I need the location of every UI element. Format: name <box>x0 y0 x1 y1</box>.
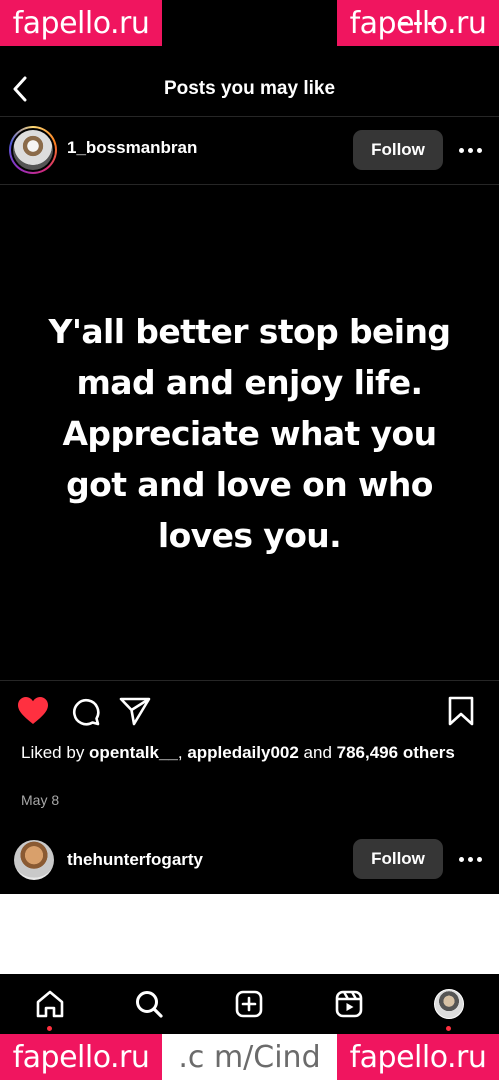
post-header: 1_bossmanbran Follow <box>0 120 499 182</box>
post-date: May 8 <box>21 792 60 808</box>
watermark-bottom-right: fapello.ru <box>337 1034 499 1080</box>
nav-search[interactable] <box>133 988 165 1020</box>
liked-by-user-link[interactable]: opentalk__ <box>89 743 178 762</box>
comment-icon <box>72 698 100 726</box>
post-header-divider <box>0 184 499 185</box>
search-icon <box>136 991 163 1018</box>
watermark-top-left: fapello.ru <box>0 0 162 46</box>
top-header: Posts you may like <box>0 62 499 116</box>
home-icon <box>36 990 64 1018</box>
comment-button[interactable] <box>68 694 102 728</box>
more-options-icon[interactable] <box>456 849 484 869</box>
profile-avatar <box>434 989 464 1019</box>
nav-reels[interactable] <box>333 988 365 1020</box>
post-image-loading <box>0 894 499 974</box>
reels-icon <box>335 990 363 1018</box>
heart-icon <box>18 697 48 724</box>
back-button[interactable] <box>8 74 32 104</box>
notification-dot <box>47 1026 52 1031</box>
follow-button[interactable]: Follow <box>353 130 443 170</box>
watermark-bottom-center: .c m/Cind <box>162 1034 337 1080</box>
post-image[interactable]: Y'all better stop being mad and enjoy li… <box>0 186 499 680</box>
watermark-bottom-left: fapello.ru <box>0 1034 162 1080</box>
page-title: Posts you may like <box>163 78 336 99</box>
status-indicators <box>400 22 436 25</box>
liked-by-text: Liked by opentalk__, appledaily002 and 7… <box>21 742 481 763</box>
header-divider <box>0 116 499 117</box>
bottom-nav <box>0 974 499 1034</box>
post-username[interactable]: 1_bossmanbran <box>67 138 197 158</box>
nav-create[interactable] <box>233 988 265 1020</box>
post-header: thehunterfogarty Follow <box>0 829 499 891</box>
share-icon <box>119 697 151 726</box>
post-actions <box>0 690 499 734</box>
follow-button[interactable]: Follow <box>353 839 443 879</box>
avatar[interactable] <box>14 840 54 880</box>
story-ring-avatar[interactable] <box>9 126 57 174</box>
share-button[interactable] <box>118 694 152 728</box>
notification-dot <box>446 1026 451 1031</box>
save-button[interactable] <box>444 694 478 728</box>
avatar <box>13 130 53 170</box>
liked-by-prefix: Liked by <box>21 743 90 762</box>
chevron-left-icon <box>13 76 27 102</box>
post-image-divider <box>0 680 499 681</box>
more-options-icon[interactable] <box>456 140 484 160</box>
post-username[interactable]: thehunterfogarty <box>67 850 203 870</box>
nav-home[interactable] <box>34 988 66 1020</box>
liked-by-and: and <box>298 743 337 762</box>
nav-profile[interactable] <box>433 988 465 1020</box>
post-image-text: Y'all better stop being mad and enjoy li… <box>48 311 452 555</box>
create-icon <box>235 990 263 1018</box>
like-button[interactable] <box>16 694 50 728</box>
liked-by-separator: , <box>177 743 188 762</box>
bookmark-icon <box>448 696 474 726</box>
liked-by-user-link[interactable]: appledaily002 <box>187 743 299 762</box>
likes-count-link[interactable]: 786,496 others <box>337 743 455 762</box>
